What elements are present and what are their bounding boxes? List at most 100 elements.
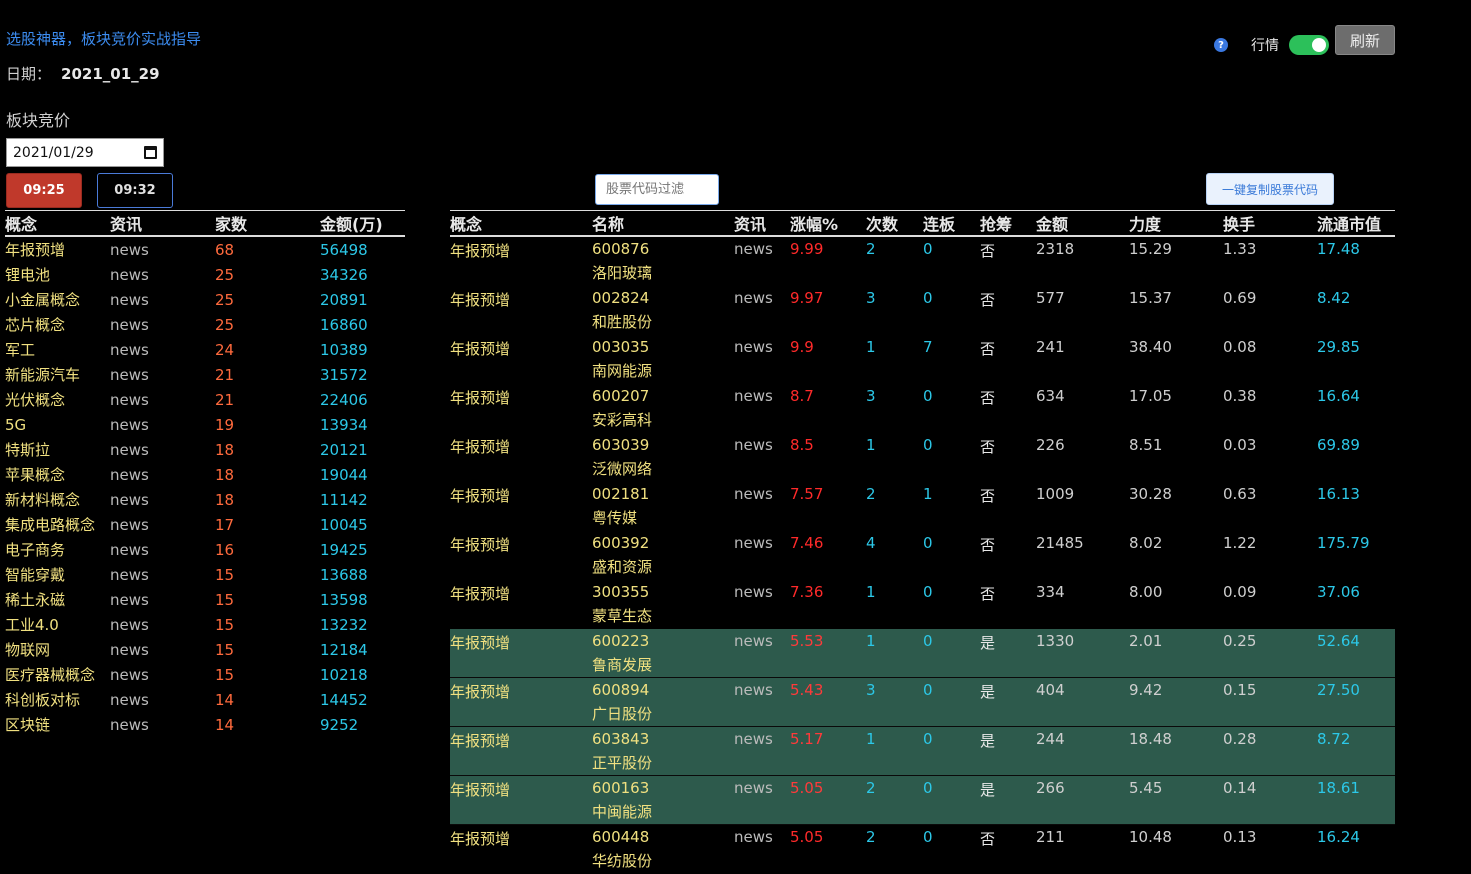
table-row[interactable]: 特斯拉 news 18 20121 <box>5 437 405 462</box>
date-picker[interactable]: 2021/01/29 <box>6 138 164 167</box>
sector-concept[interactable]: 物联网 <box>5 639 110 660</box>
table-row[interactable]: 年报预增 600392 盛和资源 news 7.46 4 0 否 21485 8.02 1.22 17… <box>450 531 1395 580</box>
stock-name[interactable]: 安彩高科 <box>592 408 734 432</box>
sector-news-link[interactable]: news <box>110 641 215 659</box>
stock-news-link[interactable]: news <box>734 531 790 579</box>
stock-code[interactable]: 600894 <box>592 678 734 702</box>
stock-code-name[interactable]: 002824 和胜股份 <box>592 286 734 334</box>
stock-code-name[interactable]: 300355 蒙草生态 <box>592 580 734 628</box>
stock-news-link[interactable]: news <box>734 678 790 726</box>
sector-news-link[interactable]: news <box>110 366 215 384</box>
table-row[interactable]: 工业4.0 news 15 13232 <box>5 612 405 637</box>
stock-code[interactable]: 002181 <box>592 482 734 506</box>
sector-concept[interactable]: 智能穿戴 <box>5 564 110 585</box>
table-row[interactable]: 年报预增 002181 粤传媒 news 7.57 2 1 否 1009 30.28 0.63 16.… <box>450 482 1395 531</box>
market-toggle[interactable] <box>1289 35 1329 55</box>
stock-code-name[interactable]: 600163 中闽能源 <box>592 776 734 824</box>
sector-concept[interactable]: 锂电池 <box>5 264 110 285</box>
stock-code-name[interactable]: 600894 广日股份 <box>592 678 734 726</box>
stock-news-link[interactable]: news <box>734 384 790 432</box>
col-concept[interactable]: 概念 <box>5 211 110 235</box>
table-row[interactable]: 物联网 news 15 12184 <box>5 637 405 662</box>
stock-code[interactable]: 600392 <box>592 531 734 555</box>
col-news[interactable]: 资讯 <box>110 211 215 235</box>
sector-news-link[interactable]: news <box>110 316 215 334</box>
sector-concept[interactable]: 军工 <box>5 339 110 360</box>
stock-code[interactable]: 600448 <box>592 825 734 849</box>
sector-concept[interactable]: 电子商务 <box>5 539 110 560</box>
sector-news-link[interactable]: news <box>110 541 215 559</box>
sector-news-link[interactable]: news <box>110 516 215 534</box>
sector-news-link[interactable]: news <box>110 391 215 409</box>
col-times[interactable]: 次数 <box>866 211 923 235</box>
time-button-0932[interactable]: 09:32 <box>97 173 173 208</box>
stock-news-link[interactable]: news <box>734 286 790 334</box>
col-turnover[interactable]: 换手 <box>1223 211 1317 235</box>
table-row[interactable]: 电子商务 news 16 19425 <box>5 537 405 562</box>
sector-concept[interactable]: 稀土永磁 <box>5 589 110 610</box>
stock-code-name[interactable]: 600876 洛阳玻璃 <box>592 237 734 285</box>
stock-code-filter-input[interactable] <box>595 174 719 205</box>
table-row[interactable]: 稀土永磁 news 15 13598 <box>5 587 405 612</box>
stock-name[interactable]: 鲁商发展 <box>592 653 734 677</box>
stock-name[interactable]: 洛阳玻璃 <box>592 261 734 285</box>
table-row[interactable]: 科创板对标 news 14 14452 <box>5 687 405 712</box>
table-row[interactable]: 年报预增 002824 和胜股份 news 9.97 3 0 否 577 15.37 0.69 8.4… <box>450 286 1395 335</box>
stock-code[interactable]: 003035 <box>592 335 734 359</box>
stock-name[interactable]: 广日股份 <box>592 702 734 726</box>
table-row[interactable]: 年报预增 600163 中闽能源 news 5.05 2 0 是 266 5.45 0.14 18.6… <box>450 776 1395 825</box>
stock-concept[interactable]: 年报预增 <box>450 727 592 775</box>
sector-news-link[interactable]: news <box>110 291 215 309</box>
stock-news-link[interactable]: news <box>734 580 790 628</box>
stock-code[interactable]: 600207 <box>592 384 734 408</box>
stock-concept[interactable]: 年报预增 <box>450 531 592 579</box>
stock-code[interactable]: 603039 <box>592 433 734 457</box>
stock-code-name[interactable]: 600207 安彩高科 <box>592 384 734 432</box>
stock-code[interactable]: 600163 <box>592 776 734 800</box>
stock-news-link[interactable]: news <box>734 482 790 530</box>
col-grab[interactable]: 抢筹 <box>980 211 1036 235</box>
sector-news-link[interactable]: news <box>110 441 215 459</box>
sector-concept[interactable]: 区块链 <box>5 714 110 735</box>
sector-concept[interactable]: 年报预增 <box>5 239 110 260</box>
stock-code[interactable]: 300355 <box>592 580 734 604</box>
calendar-icon[interactable] <box>144 146 157 159</box>
stock-code-name[interactable]: 600223 鲁商发展 <box>592 629 734 677</box>
stock-news-link[interactable]: news <box>734 825 790 873</box>
sector-concept[interactable]: 新材料概念 <box>5 489 110 510</box>
table-row[interactable]: 年报预增 news 68 56498 <box>5 237 405 262</box>
sector-news-link[interactable]: news <box>110 341 215 359</box>
sector-concept[interactable]: 芯片概念 <box>5 314 110 335</box>
col-name[interactable]: 名称 <box>592 211 734 235</box>
stock-concept[interactable]: 年报预增 <box>450 482 592 530</box>
stock-code-name[interactable]: 603039 泛微网络 <box>592 433 734 481</box>
table-row[interactable]: 新材料概念 news 18 11142 <box>5 487 405 512</box>
stock-code-name[interactable]: 600448 华纺股份 <box>592 825 734 873</box>
table-row[interactable]: 锂电池 news 25 34326 <box>5 262 405 287</box>
sector-concept[interactable]: 小金属概念 <box>5 289 110 310</box>
table-row[interactable]: 光伏概念 news 21 22406 <box>5 387 405 412</box>
sector-news-link[interactable]: news <box>110 566 215 584</box>
sector-news-link[interactable]: news <box>110 241 215 259</box>
stock-concept[interactable]: 年报预增 <box>450 384 592 432</box>
stock-name[interactable]: 正平股份 <box>592 751 734 775</box>
stock-name[interactable]: 粤传媒 <box>592 506 734 530</box>
sector-news-link[interactable]: news <box>110 416 215 434</box>
stock-code[interactable]: 600876 <box>592 237 734 261</box>
sector-concept[interactable]: 集成电路概念 <box>5 514 110 535</box>
stock-name[interactable]: 蒙草生态 <box>592 604 734 628</box>
table-row[interactable]: 年报预增 600448 华纺股份 news 5.05 2 0 否 211 10.48 0.13 16.… <box>450 825 1395 874</box>
sector-concept[interactable]: 5G <box>5 416 110 434</box>
stock-news-link[interactable]: news <box>734 727 790 775</box>
time-button-0925[interactable]: 09:25 <box>6 173 82 208</box>
sector-news-link[interactable]: news <box>110 666 215 684</box>
col-rise[interactable]: 涨幅% <box>790 211 866 235</box>
stock-concept[interactable]: 年报预增 <box>450 580 592 628</box>
sector-news-link[interactable]: news <box>110 716 215 734</box>
stock-code[interactable]: 002824 <box>592 286 734 310</box>
col-force[interactable]: 力度 <box>1129 211 1223 235</box>
sector-concept[interactable]: 工业4.0 <box>5 614 110 635</box>
stock-code[interactable]: 600223 <box>592 629 734 653</box>
table-row[interactable]: 年报预增 603843 正平股份 news 5.17 1 0 是 244 18.48 0.28 8.7… <box>450 727 1395 776</box>
sector-concept[interactable]: 科创板对标 <box>5 689 110 710</box>
